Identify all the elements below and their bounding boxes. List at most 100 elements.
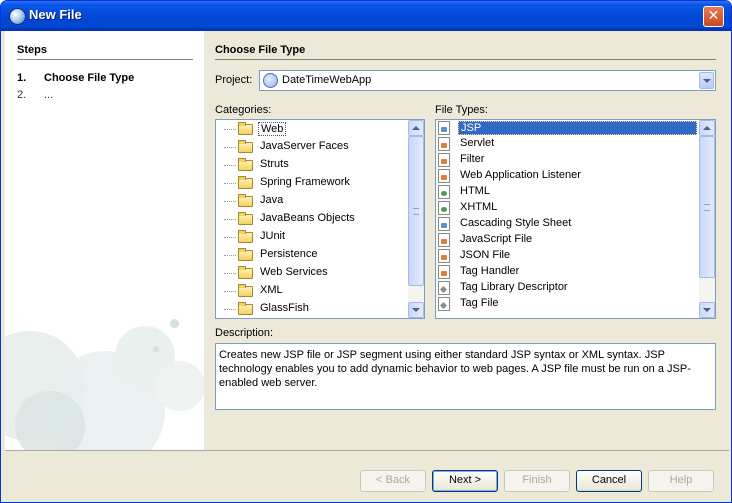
main-panel: Choose File Type Project: DateTimeWebApp…	[204, 31, 729, 450]
cancel-button[interactable]: Cancel	[576, 470, 642, 492]
category-item[interactable]: JavaServer Faces	[216, 139, 408, 155]
step-2: 2....	[17, 89, 53, 101]
html-file-icon	[438, 185, 450, 199]
tld-file-icon	[438, 281, 450, 295]
file-types-label: File Types:	[435, 104, 488, 116]
categories-label: Categories:	[215, 104, 272, 116]
java-file-icon	[438, 169, 450, 183]
button-bar: < Back Next > Finish Cancel Help	[5, 450, 729, 501]
tree-connector	[224, 201, 236, 202]
file-type-label: Tag Library Descriptor	[460, 281, 568, 293]
step-label: Choose File Type	[44, 72, 135, 84]
file-type-item[interactable]: Filter	[436, 152, 699, 168]
file-type-label: JavaScript File	[460, 233, 533, 245]
tree-connector	[224, 273, 236, 274]
file-type-item[interactable]: XHTML	[436, 200, 699, 216]
folder-icon	[238, 248, 253, 261]
back-button[interactable]: < Back	[360, 470, 426, 492]
scroll-up-button[interactable]	[408, 120, 424, 136]
tree-connector	[224, 219, 236, 220]
java-file-icon	[438, 153, 450, 167]
file-type-item[interactable]: Tag File	[436, 296, 699, 312]
tree-connector	[224, 309, 236, 310]
chevron-down-icon[interactable]	[699, 72, 714, 89]
category-item[interactable]: Web	[216, 121, 408, 137]
project-combobox[interactable]: DateTimeWebApp	[259, 70, 716, 91]
file-type-label: HTML	[460, 185, 490, 197]
tree-connector	[224, 165, 236, 166]
file-type-label: Tag Handler	[460, 265, 520, 277]
file-types-scrollbar[interactable]	[699, 120, 715, 318]
category-label: GlassFish	[260, 302, 309, 314]
file-type-item[interactable]: HTML	[436, 184, 699, 200]
category-item[interactable]: Java	[216, 193, 408, 209]
categories-scrollbar[interactable]	[408, 120, 424, 318]
folder-icon	[238, 158, 253, 171]
finish-button[interactable]: Finish	[504, 470, 570, 492]
file-type-label: Tag File	[460, 297, 499, 309]
scroll-down-button[interactable]	[408, 302, 424, 318]
category-item[interactable]: Web Services	[216, 265, 408, 281]
help-button[interactable]: Help	[648, 470, 714, 492]
scroll-down-button[interactable]	[699, 302, 715, 318]
tag-file-icon	[438, 297, 450, 311]
js-file-icon	[438, 249, 450, 263]
scroll-up-button[interactable]	[699, 120, 715, 136]
category-item[interactable]: Struts	[216, 157, 408, 173]
next-button[interactable]: Next >	[432, 470, 498, 492]
file-type-item[interactable]: JSP	[436, 120, 699, 136]
category-label: JUnit	[260, 230, 286, 242]
page-title: Choose File Type	[215, 44, 306, 56]
close-button[interactable]: ✕	[703, 6, 724, 27]
java-file-icon	[438, 137, 450, 151]
project-value: DateTimeWebApp	[282, 74, 372, 86]
category-label: JavaServer Faces	[260, 140, 349, 152]
steps-title: Steps	[17, 44, 47, 56]
file-types-list[interactable]: JSP Servlet Filter Web Application Listener…	[435, 119, 716, 319]
category-label: XML	[260, 284, 283, 296]
category-item[interactable]: JavaBeans Objects	[216, 211, 408, 227]
tree-connector	[224, 291, 236, 292]
file-type-item[interactable]: Servlet	[436, 136, 699, 152]
file-type-label: Cascading Style Sheet	[460, 217, 572, 229]
folder-icon	[238, 302, 253, 315]
step-1: 1. Choose File Type	[17, 72, 134, 84]
html-file-icon	[438, 201, 450, 215]
tree-connector	[224, 237, 236, 238]
project-label: Project:	[215, 74, 253, 86]
step-number: 2.	[17, 89, 27, 101]
scroll-thumb[interactable]	[408, 136, 424, 286]
tree-connector	[224, 183, 236, 184]
file-type-label: Servlet	[460, 137, 495, 149]
category-label: Struts	[260, 158, 289, 170]
file-type-item[interactable]: Cascading Style Sheet	[436, 216, 699, 232]
category-label: JavaBeans Objects	[260, 212, 355, 224]
folder-icon	[238, 230, 253, 243]
categories-list[interactable]: Web JavaServer Faces Struts Spring Framewor…	[215, 119, 425, 319]
category-item[interactable]: Persistence	[216, 247, 408, 263]
category-label: Java	[260, 194, 284, 206]
file-type-item[interactable]: JavaScript File	[436, 232, 699, 248]
title-bar: New File ✕	[1, 1, 731, 31]
tree-connector	[224, 255, 236, 256]
web-project-icon	[263, 73, 278, 88]
folder-icon	[238, 122, 253, 135]
steps-divider	[17, 59, 193, 60]
file-type-item[interactable]: Tag Handler	[436, 264, 699, 280]
file-type-item[interactable]: Tag Library Descriptor	[436, 280, 699, 296]
folder-icon	[238, 194, 253, 207]
file-type-item[interactable]: Web Application Listener	[436, 168, 699, 184]
css-file-icon	[438, 217, 450, 231]
file-type-item[interactable]: JSON File	[436, 248, 699, 264]
category-item[interactable]: GlassFish	[216, 301, 408, 317]
netbeans-app-icon	[9, 8, 26, 25]
new-file-dialog: New File ✕ Steps 1. Choose File Type 2...…	[0, 0, 732, 503]
file-type-label: Filter	[460, 153, 485, 165]
category-item[interactable]: JUnit	[216, 229, 408, 245]
category-label: Web	[258, 122, 287, 136]
scroll-thumb[interactable]	[699, 136, 715, 278]
tree-connector	[224, 129, 236, 130]
category-item[interactable]: XML	[216, 283, 408, 299]
category-item[interactable]: Spring Framework	[216, 175, 408, 191]
tree-connector	[224, 147, 236, 148]
